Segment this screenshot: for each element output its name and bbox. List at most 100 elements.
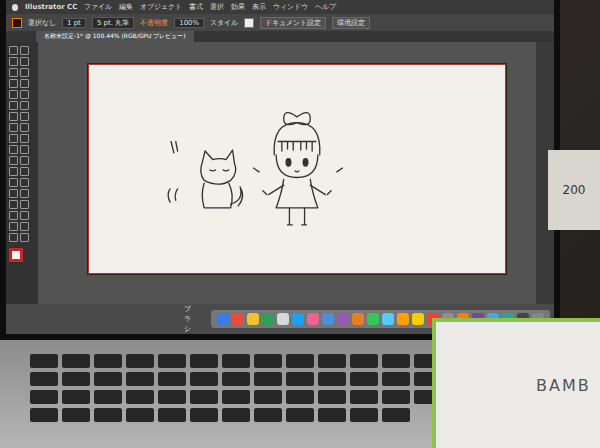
key[interactable] bbox=[30, 390, 58, 404]
app-icon[interactable] bbox=[352, 313, 364, 325]
tool-icon[interactable] bbox=[9, 123, 18, 132]
apple-icon[interactable] bbox=[12, 4, 18, 11]
tool-icon[interactable] bbox=[20, 145, 29, 154]
tool-icon[interactable] bbox=[9, 156, 18, 165]
tool-icon[interactable] bbox=[9, 68, 18, 77]
tool-icon[interactable] bbox=[20, 46, 29, 55]
tool-icon[interactable] bbox=[20, 112, 29, 121]
tool-icon[interactable] bbox=[20, 222, 29, 231]
control-button[interactable]: 環境設定 bbox=[332, 17, 370, 29]
tool-icon[interactable] bbox=[20, 68, 29, 77]
tool-icon[interactable] bbox=[9, 57, 18, 66]
key[interactable] bbox=[158, 390, 186, 404]
opacity-field[interactable]: 100% bbox=[174, 18, 204, 28]
key[interactable] bbox=[286, 390, 314, 404]
tool-icon[interactable] bbox=[9, 101, 18, 110]
key[interactable] bbox=[190, 354, 218, 368]
tool-icon[interactable] bbox=[9, 46, 18, 55]
key[interactable] bbox=[222, 408, 250, 422]
key[interactable] bbox=[382, 390, 410, 404]
app-icon[interactable] bbox=[412, 313, 424, 325]
app-icon[interactable] bbox=[217, 313, 229, 325]
key[interactable] bbox=[222, 372, 250, 386]
tool-icon[interactable] bbox=[9, 200, 18, 209]
tool-icon[interactable] bbox=[9, 112, 18, 121]
menu-item[interactable]: 選択 bbox=[210, 2, 224, 12]
style-swatch[interactable] bbox=[244, 18, 254, 28]
key[interactable] bbox=[286, 408, 314, 422]
menu-app-name[interactable]: Illustrator CC bbox=[25, 3, 77, 11]
tool-icon[interactable] bbox=[20, 211, 29, 220]
key[interactable] bbox=[254, 390, 282, 404]
document-tab[interactable]: 名称未設定-1* @ 100.44% (RGB/GPU プレビュー) bbox=[36, 31, 194, 42]
tool-icon[interactable] bbox=[9, 178, 18, 187]
artboard[interactable] bbox=[88, 64, 506, 274]
key[interactable] bbox=[382, 372, 410, 386]
key[interactable] bbox=[62, 408, 90, 422]
tool-icon[interactable] bbox=[20, 90, 29, 99]
app-icon[interactable] bbox=[337, 313, 349, 325]
app-icon[interactable] bbox=[367, 313, 379, 325]
key[interactable] bbox=[318, 372, 346, 386]
tool-icon[interactable] bbox=[9, 167, 18, 176]
tool-icon[interactable] bbox=[20, 189, 29, 198]
brush-field[interactable]: 5 pt. 丸筆 bbox=[92, 17, 134, 29]
tool-icon[interactable] bbox=[20, 101, 29, 110]
menu-item[interactable]: 編集 bbox=[119, 2, 133, 12]
tool-icon[interactable] bbox=[9, 90, 18, 99]
key[interactable] bbox=[30, 354, 58, 368]
key[interactable] bbox=[350, 372, 378, 386]
menu-item[interactable]: 効果 bbox=[231, 2, 245, 12]
app-icon[interactable] bbox=[262, 313, 274, 325]
key[interactable] bbox=[94, 390, 122, 404]
tool-icon[interactable] bbox=[9, 211, 18, 220]
menu-item[interactable]: ファイル bbox=[84, 2, 112, 12]
key[interactable] bbox=[158, 372, 186, 386]
key[interactable] bbox=[318, 354, 346, 368]
tool-icon[interactable] bbox=[20, 178, 29, 187]
tool-icon[interactable] bbox=[20, 233, 29, 242]
key[interactable] bbox=[62, 390, 90, 404]
key[interactable] bbox=[382, 408, 410, 422]
key[interactable] bbox=[286, 354, 314, 368]
key[interactable] bbox=[62, 354, 90, 368]
fill-stroke-icon[interactable] bbox=[9, 248, 23, 262]
app-icon[interactable] bbox=[307, 313, 319, 325]
tool-icon[interactable] bbox=[9, 222, 18, 231]
tool-icon[interactable] bbox=[20, 156, 29, 165]
key[interactable] bbox=[254, 408, 282, 422]
menu-item[interactable]: 書式 bbox=[189, 2, 203, 12]
opacity-label[interactable]: 不透明度 bbox=[140, 18, 168, 28]
key[interactable] bbox=[30, 408, 58, 422]
app-icon[interactable] bbox=[292, 313, 304, 325]
tool-icon[interactable] bbox=[20, 134, 29, 143]
key[interactable] bbox=[94, 408, 122, 422]
key[interactable] bbox=[350, 408, 378, 422]
key[interactable] bbox=[190, 372, 218, 386]
menu-item[interactable]: 表示 bbox=[252, 2, 266, 12]
key[interactable] bbox=[350, 354, 378, 368]
key[interactable] bbox=[158, 408, 186, 422]
brush-panel-label[interactable]: ブラシ bbox=[184, 304, 191, 334]
stroke-field[interactable]: 1 pt bbox=[62, 18, 86, 28]
tool-icon[interactable] bbox=[9, 145, 18, 154]
tool-icon[interactable] bbox=[9, 189, 18, 198]
tool-icon[interactable] bbox=[9, 79, 18, 88]
key[interactable] bbox=[158, 354, 186, 368]
menu-item[interactable]: オブジェクト bbox=[140, 2, 182, 12]
key[interactable] bbox=[254, 372, 282, 386]
app-icon[interactable] bbox=[382, 313, 394, 325]
key[interactable] bbox=[222, 354, 250, 368]
key[interactable] bbox=[30, 372, 58, 386]
key[interactable] bbox=[62, 372, 90, 386]
key[interactable] bbox=[126, 372, 154, 386]
key[interactable] bbox=[94, 354, 122, 368]
tool-icon[interactable] bbox=[20, 79, 29, 88]
key[interactable] bbox=[94, 372, 122, 386]
key[interactable] bbox=[190, 390, 218, 404]
app-icon[interactable] bbox=[277, 313, 289, 325]
tool-icon[interactable] bbox=[20, 57, 29, 66]
tool-icon[interactable] bbox=[9, 233, 18, 242]
key[interactable] bbox=[350, 390, 378, 404]
app-icon[interactable] bbox=[232, 313, 244, 325]
